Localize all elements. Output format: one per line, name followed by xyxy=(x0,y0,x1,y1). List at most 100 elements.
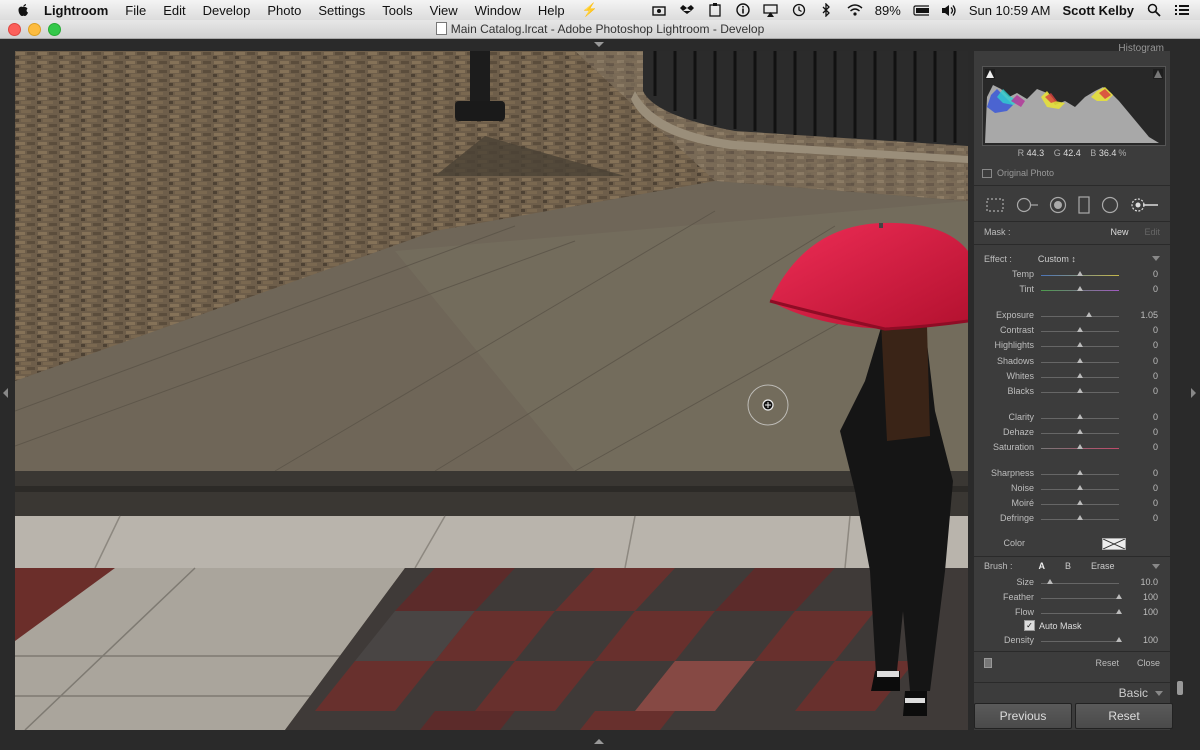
bluetooth-icon[interactable] xyxy=(819,3,835,17)
slider-thumb[interactable] xyxy=(1077,286,1083,291)
slider-contrast[interactable]: Contrast 0 xyxy=(974,325,1170,337)
menu-lightroom[interactable]: Lightroom xyxy=(44,3,108,18)
slider-value[interactable]: 1.05 xyxy=(1140,310,1158,320)
original-photo-checkbox[interactable] xyxy=(982,168,992,178)
mask-close-button[interactable]: Close xyxy=(1137,658,1160,668)
airplay-icon[interactable] xyxy=(763,3,779,17)
radial-filter-icon[interactable] xyxy=(1101,196,1119,216)
menu-develop[interactable]: Develop xyxy=(203,3,251,18)
left-panel-toggle[interactable] xyxy=(3,388,8,398)
menu-settings[interactable]: Settings xyxy=(318,3,365,18)
menu-window[interactable]: Window xyxy=(475,3,521,18)
slider-track[interactable] xyxy=(1041,598,1119,599)
slider-value[interactable]: 0 xyxy=(1153,371,1158,381)
graduated-filter-icon[interactable] xyxy=(1077,196,1091,216)
brush-flow-slider[interactable]: Flow 100 xyxy=(974,607,1170,619)
histogram-header[interactable]: Histogram xyxy=(1118,43,1164,54)
slider-value[interactable]: 0 xyxy=(1153,386,1158,396)
menu-tools[interactable]: Tools xyxy=(382,3,412,18)
slider-value[interactable]: 0 xyxy=(1153,427,1158,437)
slider-defringe[interactable]: Defringe 0 xyxy=(974,513,1170,525)
slider-thumb[interactable] xyxy=(1077,271,1083,276)
mask-edit-button[interactable]: Edit xyxy=(1144,227,1160,237)
crop-overlay-icon[interactable] xyxy=(985,197,1005,215)
panel-scrollbar[interactable] xyxy=(1177,681,1183,695)
slider-thumb[interactable] xyxy=(1077,342,1083,347)
menu-photo[interactable]: Photo xyxy=(267,3,301,18)
slider-noise[interactable]: Noise 0 xyxy=(974,483,1170,495)
slider-blacks[interactable]: Blacks 0 xyxy=(974,386,1170,398)
show-mask-toggle[interactable] xyxy=(984,658,992,668)
slider-value[interactable]: 0 xyxy=(1153,498,1158,508)
slider-thumb[interactable] xyxy=(1077,388,1083,393)
auto-mask-checkbox[interactable]: ✓ xyxy=(1024,620,1035,631)
menu-view[interactable]: View xyxy=(430,3,458,18)
user-name[interactable]: Scott Kelby xyxy=(1062,3,1134,18)
slider-exposure[interactable]: Exposure 1.05 xyxy=(974,310,1170,322)
slider-thumb[interactable] xyxy=(1047,579,1054,584)
brush-feather-slider[interactable]: Feather 100 xyxy=(974,592,1170,604)
mask-new-button[interactable]: New xyxy=(1110,227,1128,237)
slider-tint[interactable]: Tint 0 xyxy=(974,284,1170,296)
menu-edit[interactable]: Edit xyxy=(163,3,185,18)
slider-sharpness[interactable]: Sharpness 0 xyxy=(974,468,1170,480)
volume-icon[interactable] xyxy=(941,3,957,17)
slider-value[interactable]: 0 xyxy=(1153,468,1158,478)
time-machine-icon[interactable] xyxy=(791,3,807,17)
brush-density-slider[interactable]: Density 100 xyxy=(974,635,1170,647)
slider-value[interactable]: 0 xyxy=(1153,269,1158,279)
notification-center-icon[interactable] xyxy=(1174,3,1190,17)
slider-thumb[interactable] xyxy=(1077,515,1083,520)
slider-value[interactable]: 0 xyxy=(1153,284,1158,294)
slider-value[interactable]: 0 xyxy=(1153,442,1158,452)
histogram[interactable] xyxy=(982,66,1166,146)
slider-value[interactable]: 0 xyxy=(1153,412,1158,422)
slider-thumb[interactable] xyxy=(1077,470,1083,475)
slider-thumb[interactable] xyxy=(1077,327,1083,332)
brush-size-value[interactable]: 10.0 xyxy=(1140,577,1158,587)
slider-track[interactable] xyxy=(1041,613,1119,614)
brush-flow-value[interactable]: 100 xyxy=(1143,607,1158,617)
brush-size-slider[interactable]: Size 10.0 xyxy=(974,577,1170,589)
color-swatch[interactable] xyxy=(1102,538,1126,550)
dropbox-icon[interactable] xyxy=(679,3,695,17)
slider-dehaze[interactable]: Dehaze 0 xyxy=(974,427,1170,439)
slider-whites[interactable]: Whites 0 xyxy=(974,371,1170,383)
red-eye-icon[interactable] xyxy=(1049,196,1067,216)
slider-shadows[interactable]: Shadows 0 xyxy=(974,356,1170,368)
top-panel-toggle[interactable] xyxy=(594,42,604,47)
menu-help[interactable]: Help xyxy=(538,3,565,18)
menu-file[interactable]: File xyxy=(125,3,146,18)
slider-thumb[interactable] xyxy=(1086,312,1093,317)
slider-highlights[interactable]: Highlights 0 xyxy=(974,340,1170,352)
brush-a-button[interactable]: A xyxy=(1039,561,1046,571)
brush-feather-value[interactable]: 100 xyxy=(1143,592,1158,602)
slider-track[interactable] xyxy=(1041,316,1119,317)
slider-thumb[interactable] xyxy=(1077,500,1083,505)
brush-collapse-icon[interactable] xyxy=(1152,563,1160,569)
clipboard-icon[interactable] xyxy=(707,3,723,17)
mask-reset-button[interactable]: Reset xyxy=(1095,658,1119,668)
previous-button[interactable]: Previous xyxy=(974,703,1072,729)
clock[interactable]: Sun 10:59 AM xyxy=(969,3,1051,18)
slider-thumb[interactable] xyxy=(1077,429,1083,434)
spot-removal-icon[interactable] xyxy=(1015,197,1039,215)
battery-icon[interactable] xyxy=(913,3,929,17)
slider-thumb[interactable] xyxy=(1116,637,1122,642)
effect-collapse-icon[interactable] xyxy=(1152,256,1160,261)
slider-thumb[interactable] xyxy=(1077,414,1083,419)
slider-value[interactable]: 0 xyxy=(1153,356,1158,366)
brush-density-value[interactable]: 100 xyxy=(1143,635,1158,645)
apple-icon[interactable] xyxy=(16,3,30,17)
basic-panel-header[interactable]: Basic xyxy=(974,682,1170,703)
slider-value[interactable]: 0 xyxy=(1153,325,1158,335)
right-panel-toggle[interactable] xyxy=(1191,388,1196,398)
slider-moir[interactable]: Moiré 0 xyxy=(974,498,1170,510)
slider-value[interactable]: 0 xyxy=(1153,513,1158,523)
slider-thumb[interactable] xyxy=(1116,609,1122,614)
brush-erase-button[interactable]: Erase xyxy=(1091,561,1115,571)
basic-expand-icon[interactable] xyxy=(1155,691,1163,696)
wifi-icon[interactable] xyxy=(847,3,863,17)
info-icon[interactable] xyxy=(735,3,751,17)
slider-clarity[interactable]: Clarity 0 xyxy=(974,412,1170,424)
